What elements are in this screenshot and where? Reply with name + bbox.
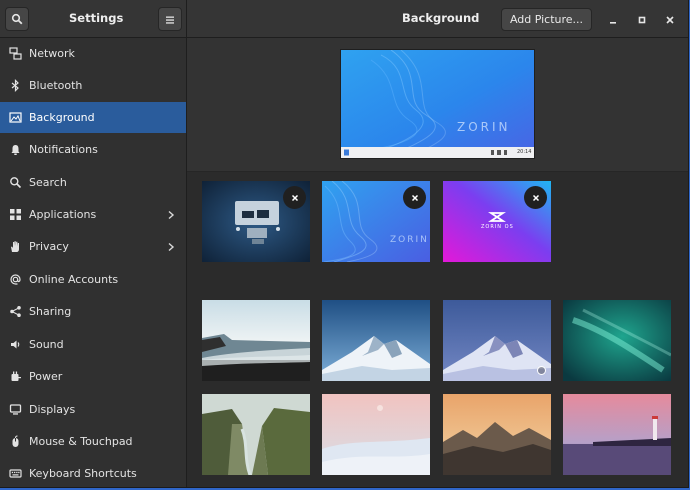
close-button[interactable] [662, 11, 678, 27]
sidebar-item-network[interactable]: Network [0, 38, 186, 69]
sidebar-item-label: Bluetooth [29, 79, 83, 92]
wallpaper-lighthouse-dusk[interactable] [563, 394, 671, 475]
maximize-icon [637, 10, 647, 29]
speaker-icon [8, 338, 22, 352]
preview-zorin-text: ZORIN [457, 120, 511, 134]
settings-window: Settings Background Add Picture... Netwo… [0, 0, 689, 488]
chevron-right-icon [168, 242, 175, 251]
sidebar-item-notifications[interactable]: Notifications [0, 134, 186, 165]
thumbnail-zorin-text: ZORIN [390, 235, 429, 245]
sidebar-item-label: Sharing [29, 305, 72, 318]
chevron-right-icon [168, 210, 175, 219]
search-icon [11, 10, 23, 29]
sidebar-item-label: Power [29, 370, 63, 383]
preview-image [341, 50, 534, 158]
thumbnail-image [563, 394, 671, 475]
sidebar-item-background[interactable]: Background [0, 102, 186, 133]
hand-icon [8, 240, 22, 254]
sidebar-item-label: Applications [29, 208, 97, 221]
thumbnail-image [202, 300, 310, 381]
share-icon [8, 305, 22, 319]
sidebar-item-label: Online Accounts [29, 273, 119, 286]
sidebar-item-applications[interactable]: Applications [0, 199, 186, 230]
current-background-preview: ZORIN 20:14 [340, 49, 535, 159]
close-icon [291, 194, 298, 201]
background-icon [8, 111, 22, 125]
wallpaper-snowy-mountain[interactable] [322, 300, 430, 381]
header-bar: Settings Background Add Picture... [0, 0, 688, 38]
remove-wallpaper-button[interactable] [524, 186, 547, 209]
wallpaper-zorin-os-gradient[interactable]: ZORIN OS [443, 181, 551, 262]
sidebar-item-label: Mouse & Touchpad [29, 435, 133, 448]
network-icon [8, 47, 22, 61]
preview-clock: 20:14 [517, 149, 532, 155]
sidebar-item-label: Sound [29, 338, 64, 351]
maximize-button[interactable] [634, 11, 650, 27]
close-icon [532, 194, 539, 201]
background-panel: ZORIN 20:14 ZORIN ZORIN OS [187, 38, 688, 487]
sidebar-item-mouse-touchpad[interactable]: Mouse & Touchpad [0, 426, 186, 457]
sidebar-item-label: Keyboard Shortcuts [29, 467, 137, 480]
wallpaper-desk-setup[interactable] [202, 181, 310, 262]
wallpaper-aurora[interactable] [563, 300, 671, 381]
sidebar-item-displays[interactable]: Displays [0, 394, 186, 425]
thumbnail-image [563, 300, 671, 381]
sidebar-item-privacy[interactable]: Privacy [0, 231, 186, 262]
apps-icon [8, 208, 22, 222]
mouse-icon [8, 435, 22, 449]
search-icon [8, 176, 22, 190]
sidebar-header: Settings [0, 0, 187, 37]
wallpaper-canyon-river[interactable] [202, 394, 310, 475]
keyboard-icon [8, 467, 22, 481]
bell-icon [8, 143, 22, 157]
remove-wallpaper-button[interactable] [283, 186, 306, 209]
power-icon [8, 370, 22, 384]
thumbnail-image [322, 394, 430, 475]
bluetooth-icon [8, 79, 22, 93]
thumbnail-image [322, 300, 430, 381]
thumbnail-image [443, 300, 551, 381]
sidebar-item-label: Network [29, 47, 75, 60]
sidebar: Network Bluetooth Background Notificatio… [0, 38, 187, 487]
sidebar-item-online-accounts[interactable]: Online Accounts [0, 264, 186, 295]
preview-area: ZORIN 20:14 [187, 38, 688, 172]
sidebar-item-sharing[interactable]: Sharing [0, 296, 186, 327]
sidebar-item-keyboard-shortcuts[interactable]: Keyboard Shortcuts [0, 458, 186, 487]
page-title: Background [402, 11, 480, 25]
sidebar-item-label: Search [29, 176, 67, 189]
display-icon [8, 403, 22, 417]
hamburger-icon [165, 10, 175, 29]
add-picture-button[interactable]: Add Picture... [501, 8, 592, 31]
sidebar-item-label: Background [29, 111, 95, 124]
close-icon [411, 194, 418, 201]
minimize-button[interactable] [605, 11, 621, 27]
sidebar-item-bluetooth[interactable]: Bluetooth [0, 70, 186, 101]
minimize-icon [608, 10, 618, 29]
thumbnail-zorin-os-text: ZORIN OS [481, 224, 514, 230]
menu-button[interactable] [158, 7, 182, 31]
thumbnail-image [443, 394, 551, 475]
close-icon [665, 10, 675, 29]
thumbnail-image [202, 394, 310, 475]
selected-check-icon [537, 366, 546, 375]
sidebar-item-label: Notifications [29, 143, 98, 156]
sidebar-item-label: Displays [29, 403, 76, 416]
at-icon [8, 273, 22, 287]
wallpaper-black-sand-beach[interactable] [202, 300, 310, 381]
sidebar-item-power[interactable]: Power [0, 361, 186, 392]
remove-wallpaper-button[interactable] [403, 186, 426, 209]
wallpaper-snowy-mountain-dusk[interactable] [443, 300, 551, 381]
search-button[interactable] [5, 7, 29, 31]
sidebar-item-label: Privacy [29, 240, 69, 253]
sidebar-item-sound[interactable]: Sound [0, 329, 186, 360]
wallpaper-pastel-dunes[interactable] [322, 394, 430, 475]
wallpaper-zorin-blue[interactable]: ZORIN [322, 181, 430, 262]
wallpaper-gallery: ZORIN ZORIN OS [187, 172, 688, 487]
sidebar-title: Settings [69, 11, 124, 25]
wallpaper-mountain-sunset[interactable] [443, 394, 551, 475]
sidebar-item-search[interactable]: Search [0, 167, 186, 198]
